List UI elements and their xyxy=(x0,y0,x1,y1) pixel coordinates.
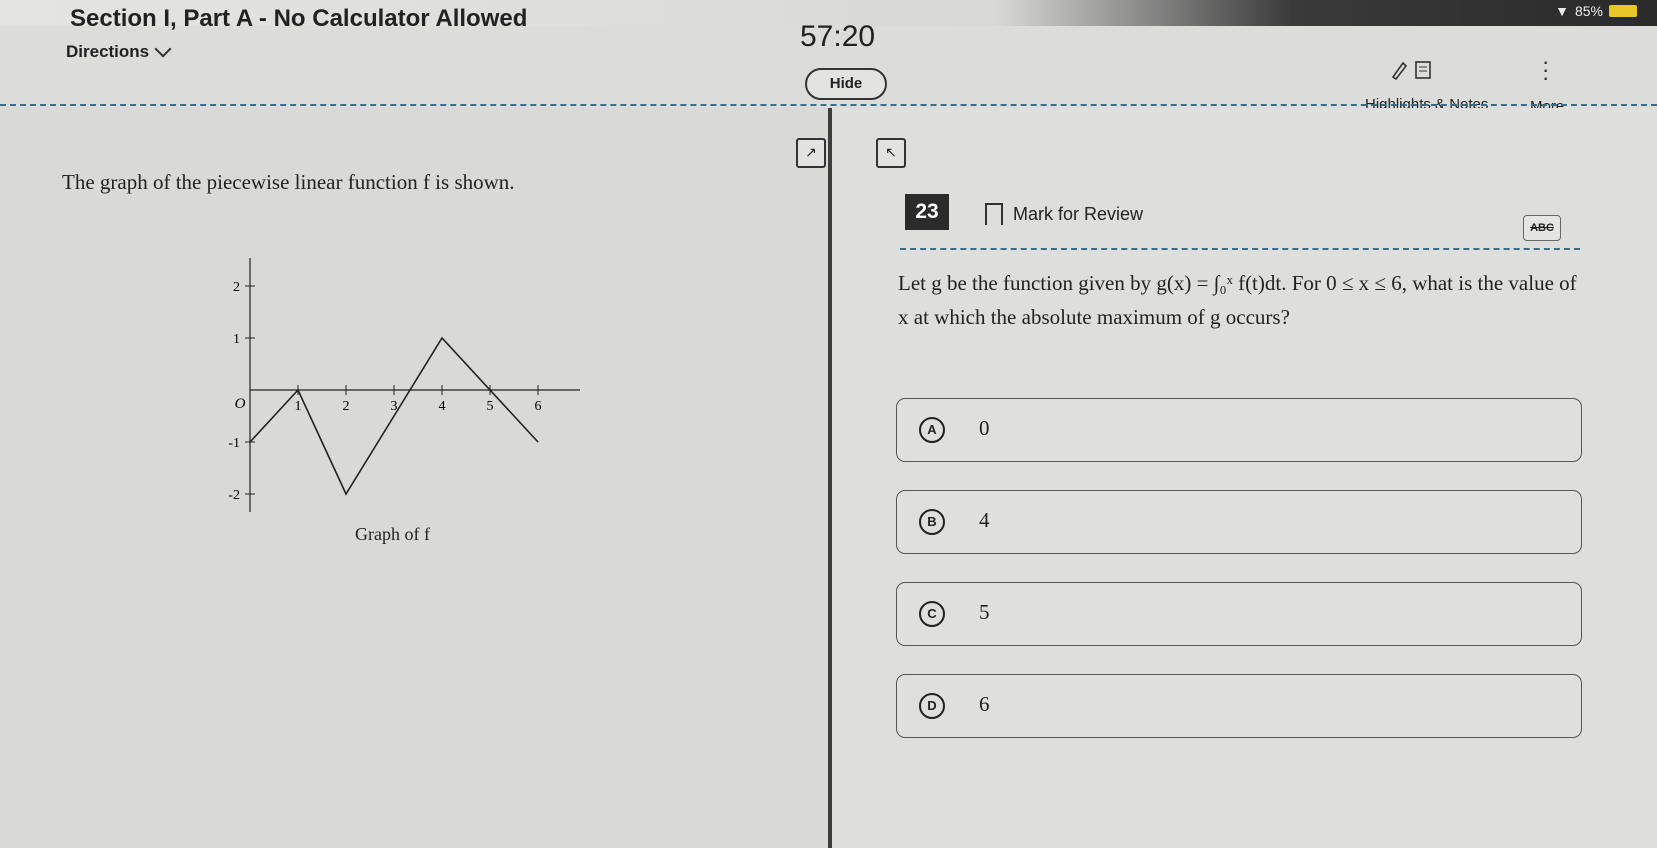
question-number: 23 xyxy=(905,194,949,230)
question-divider xyxy=(900,248,1580,250)
x-tick-label: 4 xyxy=(439,399,446,414)
answer-eliminator-button[interactable]: ABC xyxy=(1523,215,1561,241)
bookmark-icon xyxy=(985,203,1003,225)
notes-icon xyxy=(1415,61,1431,79)
choice-letter: B xyxy=(919,509,945,535)
timer: 57:20 xyxy=(800,20,876,53)
exam-header: Section I, Part A - No Calculator Allowe… xyxy=(0,0,1657,115)
choice-a[interactable]: A 0 xyxy=(896,398,1582,462)
choice-b[interactable]: B 4 xyxy=(896,490,1582,554)
x-tick-label: 1 xyxy=(295,399,302,414)
section-title: Section I, Part A - No Calculator Allowe… xyxy=(70,5,528,32)
choice-letter: A xyxy=(919,417,945,443)
choice-value: 4 xyxy=(979,508,990,532)
choice-value: 6 xyxy=(979,692,990,716)
choice-value: 5 xyxy=(979,600,990,624)
directions-label: Directions xyxy=(66,42,150,61)
expand-icon[interactable]: ↗ xyxy=(796,138,826,168)
choice-value: 0 xyxy=(979,416,990,440)
header-divider xyxy=(0,104,1657,106)
hide-timer-button[interactable]: Hide xyxy=(805,68,887,100)
chevron-down-icon xyxy=(154,40,172,58)
more-icon[interactable]: · · · xyxy=(1542,51,1549,89)
directions-toggle[interactable]: Directions xyxy=(66,40,172,62)
question-text: Let g be the function given by g(x) = ∫₀… xyxy=(898,271,1577,329)
mark-for-review-button[interactable]: Mark for Review xyxy=(985,203,1143,225)
x-tick-label: 2 xyxy=(343,399,350,414)
function-line xyxy=(249,336,539,496)
pen-icon xyxy=(1391,61,1408,80)
choice-c[interactable]: C 5 xyxy=(896,582,1582,646)
graph-caption: Graph of f xyxy=(355,524,430,544)
stimulus-prompt: The graph of the piecewise linear functi… xyxy=(62,170,515,194)
x-tick-label: 6 xyxy=(535,399,542,414)
collapse-icon[interactable]: ↖ xyxy=(876,138,906,168)
y-tick-label: -1 xyxy=(228,436,240,451)
highlights-notes-button[interactable] xyxy=(1390,60,1432,80)
mark-for-review-label: Mark for Review xyxy=(1013,203,1144,224)
function-graph: 21-1-2 123456 O xyxy=(228,258,580,512)
origin-label: O xyxy=(235,396,246,412)
choice-letter: D xyxy=(919,693,945,719)
x-tick-label: 5 xyxy=(487,399,494,414)
choice-letter: C xyxy=(919,601,945,627)
choice-d[interactable]: D 6 xyxy=(896,674,1582,738)
y-tick-label: 2 xyxy=(233,280,240,295)
y-tick-label: -2 xyxy=(228,488,240,503)
y-tick-label: 1 xyxy=(233,332,240,347)
pane-divider[interactable] xyxy=(828,108,832,848)
